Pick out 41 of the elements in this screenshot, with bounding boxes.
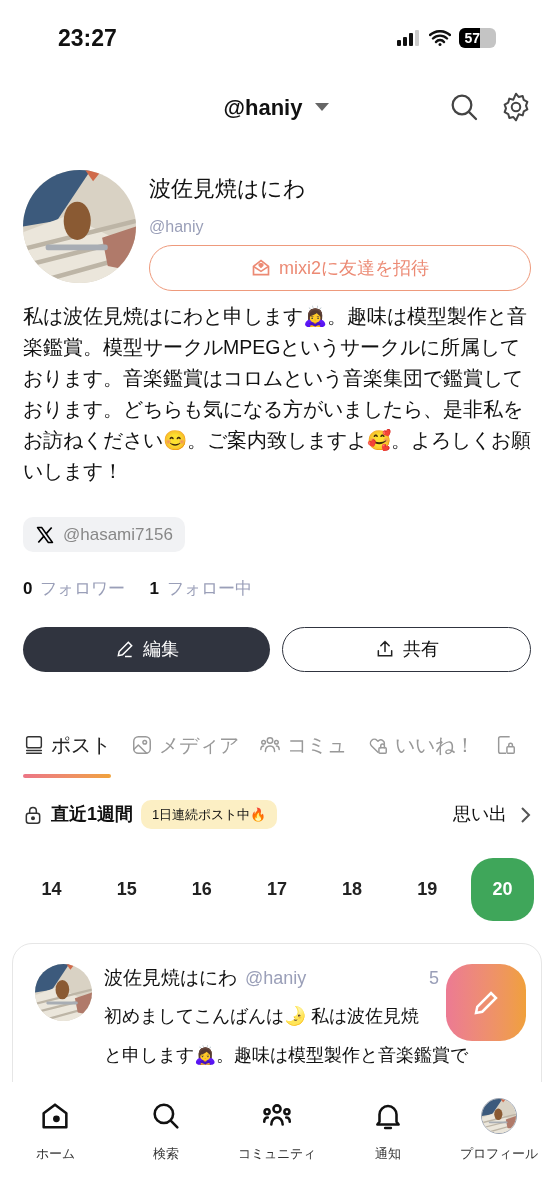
nav-tab[interactable]: コミュニティ [224,1096,330,1199]
clock: 23:27 [58,23,117,53]
account-switcher[interactable]: @haniy [223,90,331,124]
nav-tab[interactable]: プロフィール [446,1096,552,1199]
x-logo-icon [35,524,55,545]
nav-tab[interactable]: 検索 [113,1096,219,1199]
chevron-right-icon [519,805,531,824]
following-link[interactable]: 1 フォロー中 [149,576,252,602]
section-title: 直近1週間 [51,803,133,826]
day-chip[interactable]: 19 [395,857,459,921]
nav-tab[interactable]: ホーム [2,1096,108,1199]
profile-tab[interactable]: ポスト [23,729,111,778]
post-icon [23,733,45,756]
author-handle: @haniy [245,966,307,990]
pencil-icon [114,639,135,659]
post-text: 初めましてこんばんは🌛 私は波佐見焼 [104,1005,419,1028]
image-icon [131,733,153,756]
author-name: 波佐見焼はにわ [104,965,237,990]
edit-button[interactable]: 編集 [23,626,270,672]
day-chip[interactable]: 18 [320,857,384,921]
followers-link[interactable]: 0 フォロワー [23,576,126,602]
profile-name: 波佐見焼はにわ [149,175,307,203]
day-chip[interactable]: 17 [245,857,309,921]
compose-button[interactable] [446,964,526,1041]
day-chip[interactable]: 15 [95,857,159,921]
nav-tab[interactable]: 通知 [335,1096,441,1199]
bio-text: 私は波佐見焼はにわと申します🙇‍♀。趣味は模型製作と音楽鑑賞。模型サークルMPEGというサークルに所属しております。音楽鑑賞はコロムという音楽集団で鑑賞しております。どちらも気になる方がいましたら、是非私をお訪ねください😊。ご案内致しますよ🥰。よろしくお願いします！ [22,304,532,484]
profile-handle: @haniy [149,217,205,237]
streak-badge: 1日連続ポスト中🔥 [141,799,278,830]
battery-indicator: 57 [459,28,496,48]
day-chip[interactable]: 14 [20,857,83,921]
lock-icon [23,804,43,825]
memories-link[interactable]: 思い出 [453,801,531,828]
caret-icon [314,102,331,112]
post-time: 5 [429,966,439,990]
mail-heart-icon [251,258,271,278]
day-chip[interactable]: 16 [170,857,234,921]
signal-icon [397,30,421,46]
post-text: と申します🙇‍♀。趣味は模型製作と音楽鑑賞で [104,1044,468,1067]
bookmark-lock-icon[interactable] [495,733,517,756]
wifi-icon [429,30,451,46]
